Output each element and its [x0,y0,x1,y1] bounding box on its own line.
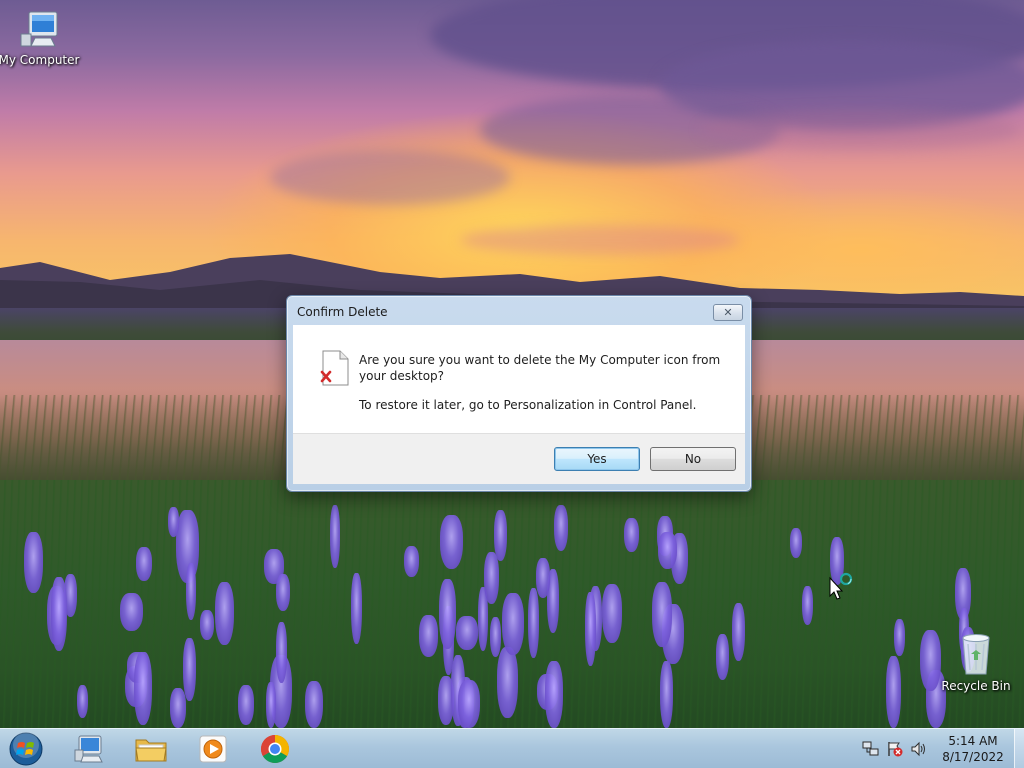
taskbar-computer-button[interactable] [62,731,116,767]
flower-spike [716,634,729,680]
taskbar-clock[interactable]: 5:14 AM 8/17/2022 [936,733,1010,765]
flower-spike [602,584,622,643]
recycle-bin-icon [962,634,990,675]
clock-time: 5:14 AM [948,734,998,748]
dialog-close-button[interactable]: ✕ [713,304,743,321]
flower-spike [490,617,501,657]
flower-spike [330,505,340,568]
system-tray [862,741,928,757]
show-desktop-button[interactable] [1014,729,1024,768]
flower-spike [886,656,901,728]
desktop-icon-label: My Computer [0,53,80,67]
dialog-footer: Yes No [293,433,745,484]
network-icon[interactable] [862,741,880,757]
flower-spike [170,688,186,728]
flower-spike [419,615,438,657]
flower-spike [266,682,276,728]
folder-icon [135,739,167,762]
flower-spike [276,622,287,683]
dialog-message: Are you sure you want to delete the My C… [359,353,721,383]
flower-spike [497,647,518,718]
no-button[interactable]: No [650,447,736,471]
flower-spike [536,558,550,598]
flower-spike [120,593,143,631]
flower-spike [585,592,596,666]
close-icon: ✕ [723,306,733,319]
flower-spike [502,593,524,655]
yes-button[interactable]: Yes [554,447,640,471]
desktop-icon-my-computer[interactable]: My Computer [0,10,80,67]
flower-spike [790,528,802,558]
flower-spike [51,577,67,651]
flower-spike [458,680,480,728]
computer-explorer-icon [74,735,103,763]
flower-spike [439,579,456,649]
flower-spike [624,518,639,552]
start-button[interactable] [4,731,48,767]
media-player-icon [199,735,227,763]
windows-start-icon [9,732,43,766]
chrome-icon [261,735,289,763]
flower-spike [134,652,152,725]
flower-spike [658,532,677,569]
flower-spike [305,681,323,728]
confirm-delete-dialog: Confirm Delete ✕ Are you sure you want t… [286,295,752,492]
flower-spike [545,661,563,728]
desktop-icon-recycle-bin[interactable]: Recycle Bin [938,632,1014,693]
volume-icon[interactable] [910,741,928,757]
flower-spike [484,552,499,604]
desktop-icon-label: Recycle Bin [941,679,1011,693]
taskbar-chrome-button[interactable] [248,731,302,767]
flower-spike [168,507,179,537]
dialog-title: Confirm Delete [297,305,388,319]
dialog-body: Are you sure you want to delete the My C… [293,325,745,433]
dialog-note: To restore it later, go to Personalizati… [359,398,697,412]
flower-spike [404,546,419,577]
flower-spike [238,685,254,725]
flower-spike [802,586,813,625]
flower-spike [276,574,290,611]
flower-spike [894,619,905,656]
flower-spike [136,547,152,581]
flower-spike [200,610,214,640]
computer-icon [20,11,58,47]
flower-spike [660,661,673,728]
flower-spike [24,532,43,593]
flower-spike [652,582,672,647]
busy-cursor-icon [829,572,853,600]
flower-spike [351,573,362,644]
delete-file-icon [320,350,349,386]
flower-spike [183,638,196,701]
flower-spike [440,515,463,569]
flower-spike [494,510,507,561]
flower-spike [528,588,539,658]
flower-spike [77,685,88,718]
taskbar-media-player-button[interactable] [186,731,240,767]
action-center-flag-icon[interactable] [886,741,904,757]
taskbar: 5:14 AM 8/17/2022 [0,728,1024,768]
flower-spike [186,563,196,620]
flower-spike [456,616,478,650]
clock-date: 8/17/2022 [942,750,1004,764]
flower-spike [554,505,568,551]
taskbar-explorer-button[interactable] [124,731,178,767]
flower-spike [215,582,234,645]
flower-spike [732,603,745,661]
